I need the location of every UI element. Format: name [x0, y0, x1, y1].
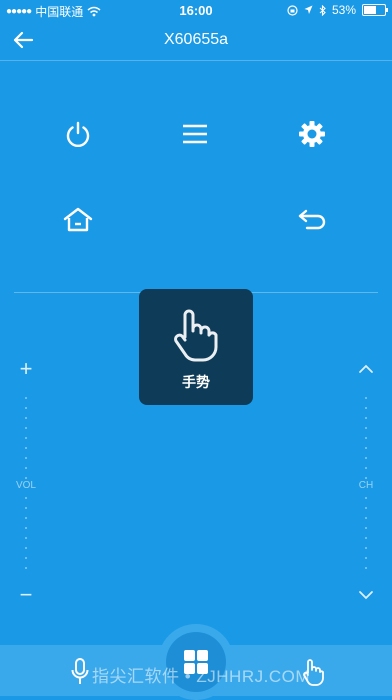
page-title: X60655a — [163, 31, 229, 48]
battery-percent: 53% — [331, 3, 356, 17]
return-button[interactable] — [282, 190, 342, 250]
status-right: 53% — [287, 3, 388, 17]
channel-up-button[interactable] — [350, 355, 382, 383]
status-bar: ●●●●● 中国联通 16:00 53% — [0, 0, 392, 20]
gear-icon — [299, 121, 325, 147]
volume-control[interactable]: + VOL − — [6, 355, 46, 615]
channel-down-button[interactable] — [350, 581, 382, 609]
power-icon — [66, 121, 90, 148]
chevron-up-icon — [359, 364, 373, 373]
gesture-mode-popup: 手势 — [139, 289, 253, 405]
microphone-icon — [71, 658, 89, 684]
channel-label: CH — [346, 479, 386, 493]
plus-icon: + — [19, 356, 33, 381]
voice-button[interactable] — [66, 655, 94, 689]
chevron-down-icon — [359, 591, 373, 600]
nav-bar: X60655a — [0, 20, 392, 61]
rotation-lock-icon — [287, 4, 298, 16]
battery-icon — [362, 4, 388, 16]
watermark-text: 指尖汇软件 • ZJHHRJ.COM — [92, 667, 310, 686]
hand-pointer-icon — [174, 309, 218, 362]
return-icon — [298, 209, 326, 230]
volume-up-button[interactable]: + — [10, 355, 42, 383]
gesture-label: 手势 — [182, 374, 210, 390]
volume-label: VOL — [6, 479, 46, 493]
minus-icon: − — [19, 582, 33, 607]
bluetooth-icon — [319, 4, 326, 16]
location-icon — [304, 5, 313, 14]
menu-button[interactable] — [165, 104, 225, 164]
menu-icon — [183, 124, 207, 144]
volume-down-button[interactable]: − — [10, 581, 42, 609]
settings-button[interactable] — [282, 104, 342, 164]
channel-control[interactable]: CH — [346, 355, 386, 615]
home-icon — [63, 207, 93, 232]
home-button[interactable] — [48, 190, 108, 250]
power-button[interactable] — [48, 104, 108, 164]
